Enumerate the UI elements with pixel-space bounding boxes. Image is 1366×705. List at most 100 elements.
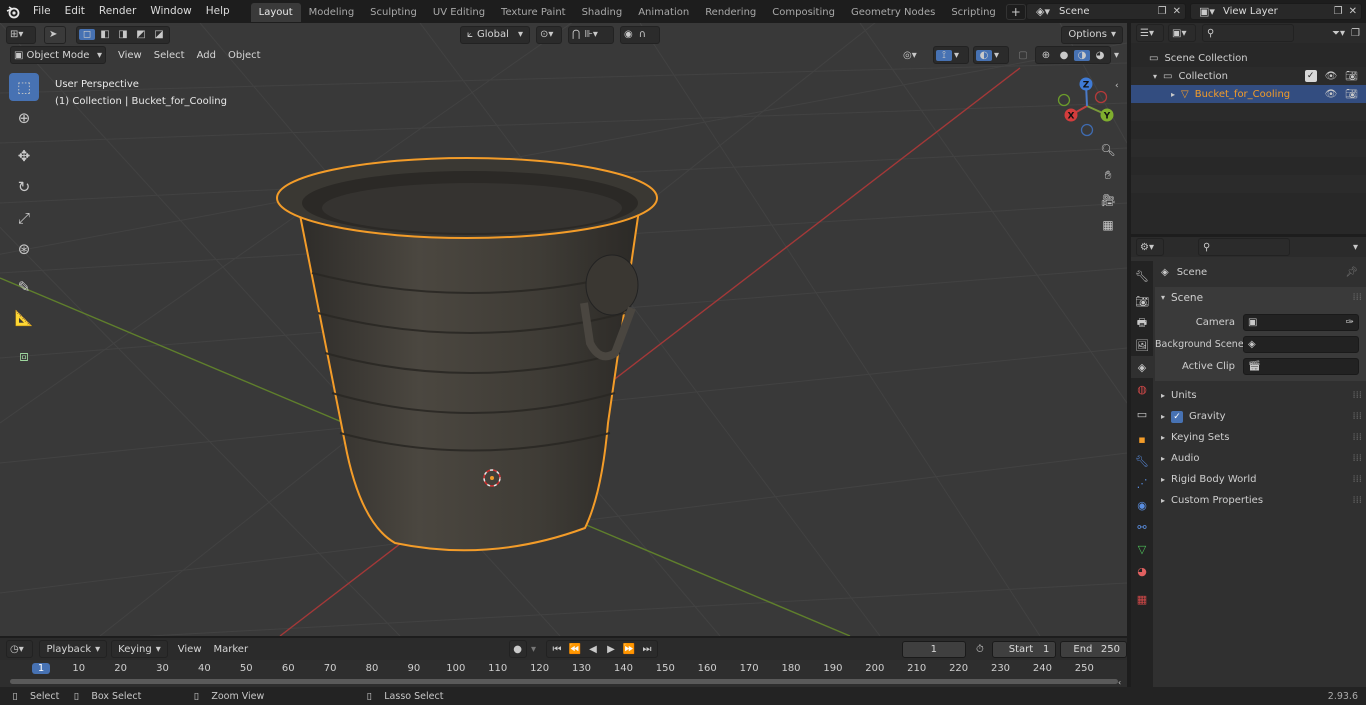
- tab-layout[interactable]: Layout: [250, 2, 301, 22]
- tab-texture[interactable]: ▦: [1132, 588, 1152, 610]
- drag-handle-icon[interactable]: ⁞⁞⁞: [1352, 411, 1362, 422]
- eye-icon[interactable]: 👁︎: [1325, 71, 1338, 82]
- zoom-icon[interactable]: 🔍︎: [1098, 141, 1118, 159]
- tab-shading[interactable]: Shading: [574, 3, 631, 22]
- select-intersect-icon[interactable]: ◪: [151, 29, 167, 40]
- new-view-layer-icon[interactable]: ❐: [1334, 6, 1343, 17]
- frame-ruler[interactable]: 1 10 20 30 40 50 60 70 80 90 100 110 120 130 140 150 160…: [0, 662, 1127, 678]
- magnet-icon[interactable]: ⋂: [572, 29, 580, 40]
- camera-icon[interactable]: 📷︎: [1345, 71, 1358, 82]
- editor-type-selector[interactable]: ⊞▾: [6, 25, 36, 44]
- add-workspace-icon[interactable]: +: [1005, 3, 1026, 20]
- next-keyframe-icon[interactable]: ⏩: [621, 644, 637, 655]
- pivot-point-dropdown[interactable]: ⊙▾: [536, 25, 562, 44]
- menu-window[interactable]: Window: [143, 0, 198, 23]
- panel-scene-header[interactable]: ▾ Scene ⁞⁞⁞: [1155, 287, 1366, 308]
- jump-start-icon[interactable]: ⏮: [549, 644, 565, 655]
- tab-modifiers[interactable]: 🔧︎: [1132, 450, 1152, 472]
- navigation-gizmo[interactable]: Y X Z: [1056, 75, 1118, 137]
- camera-icon[interactable]: 📷︎: [1345, 89, 1358, 100]
- select-subtract-icon[interactable]: ◨: [115, 29, 131, 40]
- panel-units[interactable]: ▸ Units ⁞⁞⁞: [1155, 385, 1366, 406]
- tool-rotate[interactable]: ↻: [9, 173, 39, 201]
- timeline-scrollbar[interactable]: [10, 679, 1118, 684]
- blender-logo-icon[interactable]: [0, 0, 26, 23]
- new-scene-icon[interactable]: ❐: [1158, 6, 1167, 17]
- chevron-down-icon[interactable]: ▾: [531, 644, 536, 655]
- tab-data[interactable]: ▽: [1132, 538, 1152, 560]
- pan-hand-icon[interactable]: ✋︎: [1098, 166, 1118, 184]
- menu-help[interactable]: Help: [199, 0, 237, 23]
- panel-rigid-body-world[interactable]: ▸ Rigid Body World ⁞⁞⁞: [1155, 469, 1366, 490]
- selection-modes[interactable]: ◻ ◧ ◨ ◩ ◪: [76, 25, 170, 44]
- 3d-viewport[interactable]: ⊞▾ ➤ ◻ ◧ ◨ ◩ ◪ ⟀ Global ▾ ⊙▾ ⋂ ⊪▾ ◉ ∩ Op…: [0, 23, 1127, 636]
- play-icon[interactable]: ▶: [603, 644, 619, 655]
- rendered-shading-icon[interactable]: ◕: [1092, 50, 1108, 61]
- gizmo-toggle[interactable]: ⟟ ▾: [932, 46, 969, 64]
- panel-audio[interactable]: ▸ Audio ⁞⁞⁞: [1155, 448, 1366, 469]
- options-dropdown[interactable]: Options ▾: [1061, 25, 1123, 44]
- view-layer-selector[interactable]: ▣▾ View Layer ❐ ✕: [1190, 3, 1362, 20]
- tab-physics[interactable]: ◉: [1132, 494, 1152, 516]
- filter-icon[interactable]: ⏷▾: [1332, 28, 1345, 39]
- sidebar-toggle-icon[interactable]: ‹: [1115, 81, 1119, 91]
- tab-scene[interactable]: ◈: [1131, 356, 1153, 378]
- gravity-checkbox[interactable]: ✓: [1171, 410, 1184, 423]
- solid-shading-icon[interactable]: ●: [1056, 50, 1072, 61]
- tab-scripting[interactable]: Scripting: [943, 3, 1003, 22]
- tab-animation[interactable]: Animation: [630, 3, 697, 22]
- shading-modes[interactable]: ⊕ ● ◑ ◕: [1034, 46, 1111, 64]
- expand-arrow-icon[interactable]: ▸: [1171, 90, 1175, 99]
- tool-move[interactable]: ✥: [9, 142, 39, 170]
- menu-edit[interactable]: Edit: [58, 0, 92, 23]
- prev-keyframe-icon[interactable]: ⏪: [567, 644, 583, 655]
- auto-keying-toggle[interactable]: ●: [509, 640, 527, 658]
- tool-transform[interactable]: ⊛: [9, 235, 39, 263]
- drag-handle-icon[interactable]: ⁞⁞⁞: [1352, 390, 1362, 401]
- tab-texture-paint[interactable]: Texture Paint: [493, 3, 574, 22]
- delete-view-layer-icon[interactable]: ✕: [1349, 6, 1357, 17]
- tab-compositing[interactable]: Compositing: [764, 3, 843, 22]
- panel-custom-properties[interactable]: ▸ Custom Properties ⁞⁞⁞: [1155, 490, 1366, 511]
- outliner-editor-type[interactable]: ☰▾: [1136, 24, 1164, 42]
- timeline-menu-marker[interactable]: Marker: [208, 644, 255, 655]
- proportional-editing[interactable]: ◉ ∩: [620, 25, 660, 44]
- tab-render[interactable]: 📷︎: [1132, 290, 1152, 312]
- menu-file[interactable]: File: [26, 0, 58, 23]
- current-frame-field[interactable]: 1: [901, 640, 967, 658]
- tab-output[interactable]: 🖶: [1132, 312, 1152, 334]
- snap-target-icon[interactable]: ⊪▾: [584, 29, 598, 40]
- end-frame-field[interactable]: End 250: [1060, 640, 1127, 658]
- outliner-row-collection[interactable]: ▾ ▭ Collection ✓ 👁︎ 📷︎: [1131, 67, 1366, 85]
- pin-icon[interactable]: 📌︎: [1345, 267, 1358, 278]
- viewport-menu-select[interactable]: Select: [148, 50, 191, 61]
- tool-cursor[interactable]: ⊕: [9, 104, 39, 132]
- drag-handle-icon[interactable]: ⁞⁞⁞: [1352, 292, 1362, 303]
- proportional-edit-icon[interactable]: ◉: [624, 29, 633, 40]
- drag-handle-icon[interactable]: ⁞⁞⁞: [1352, 432, 1362, 443]
- tab-geometry-nodes[interactable]: Geometry Nodes: [843, 3, 943, 22]
- tab-rendering[interactable]: Rendering: [697, 3, 764, 22]
- overlay-toggle[interactable]: ◐ ▾: [972, 46, 1009, 64]
- tab-view-layer[interactable]: 🖼︎: [1132, 334, 1152, 356]
- select-new-icon[interactable]: ◻: [79, 29, 95, 40]
- start-frame-field[interactable]: Start 1: [991, 640, 1057, 658]
- timeline-editor-type[interactable]: ◷▾: [6, 640, 34, 658]
- jump-end-icon[interactable]: ⏭: [639, 644, 655, 655]
- tool-annotate[interactable]: ✎: [9, 273, 39, 301]
- transform-orientation-dropdown[interactable]: ⟀ Global ▾: [460, 25, 530, 44]
- stopwatch-icon[interactable]: ⏱: [972, 644, 988, 655]
- material-shading-icon[interactable]: ◑: [1073, 49, 1090, 61]
- play-reverse-icon[interactable]: ◀: [585, 644, 601, 655]
- tab-sculpting[interactable]: Sculpting: [362, 3, 425, 22]
- tab-particles[interactable]: ⋰: [1132, 472, 1152, 494]
- select-extend-icon[interactable]: ◧: [97, 29, 113, 40]
- display-mode-dropdown[interactable]: ▣▾: [1168, 24, 1196, 42]
- drag-handle-icon[interactable]: ⁞⁞⁞: [1352, 495, 1362, 506]
- viewport-menu-view[interactable]: View: [112, 50, 148, 61]
- background-scene-field[interactable]: ◈: [1243, 335, 1359, 353]
- panel-gravity[interactable]: ▸ ✓ Gravity ⁞⁞⁞: [1155, 406, 1366, 427]
- active-clip-field[interactable]: 🎬︎: [1243, 357, 1359, 375]
- outliner-search[interactable]: ⚲: [1202, 24, 1294, 42]
- perspective-toggle-icon[interactable]: ▦: [1098, 216, 1118, 234]
